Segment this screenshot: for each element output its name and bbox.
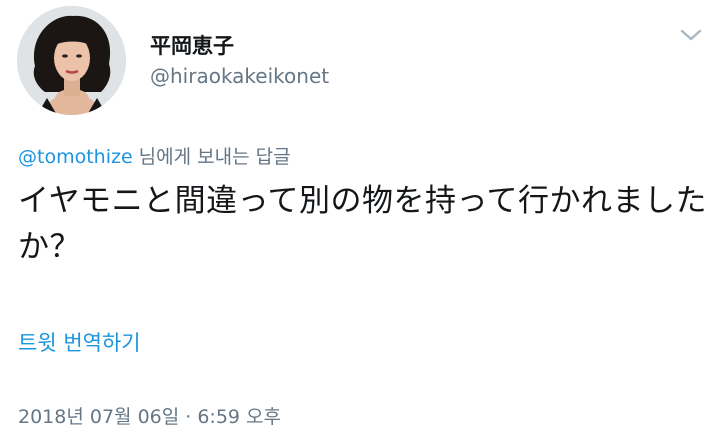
reply-context-label: 님에게 보내는 답글 (132, 146, 291, 168)
mention-link[interactable]: @tomothize (18, 146, 133, 168)
avatar[interactable] (17, 6, 126, 115)
display-name[interactable]: 平岡恵子 (150, 30, 234, 60)
user-handle[interactable]: @hiraokakeikonet (150, 64, 329, 88)
avatar-photo (17, 6, 126, 115)
translate-tweet-link[interactable]: 트윗 번역하기 (18, 327, 141, 357)
chevron-down-icon[interactable] (678, 24, 704, 46)
tweet-timestamp[interactable]: 2018년 07월 06일 · 6:59 오후 (18, 402, 281, 429)
tweet-text: イヤモニと間違って別の物を持って行かれましたか？ (18, 183, 707, 265)
reply-context: @tomothize 님에게 보내는 답글 (18, 142, 291, 169)
